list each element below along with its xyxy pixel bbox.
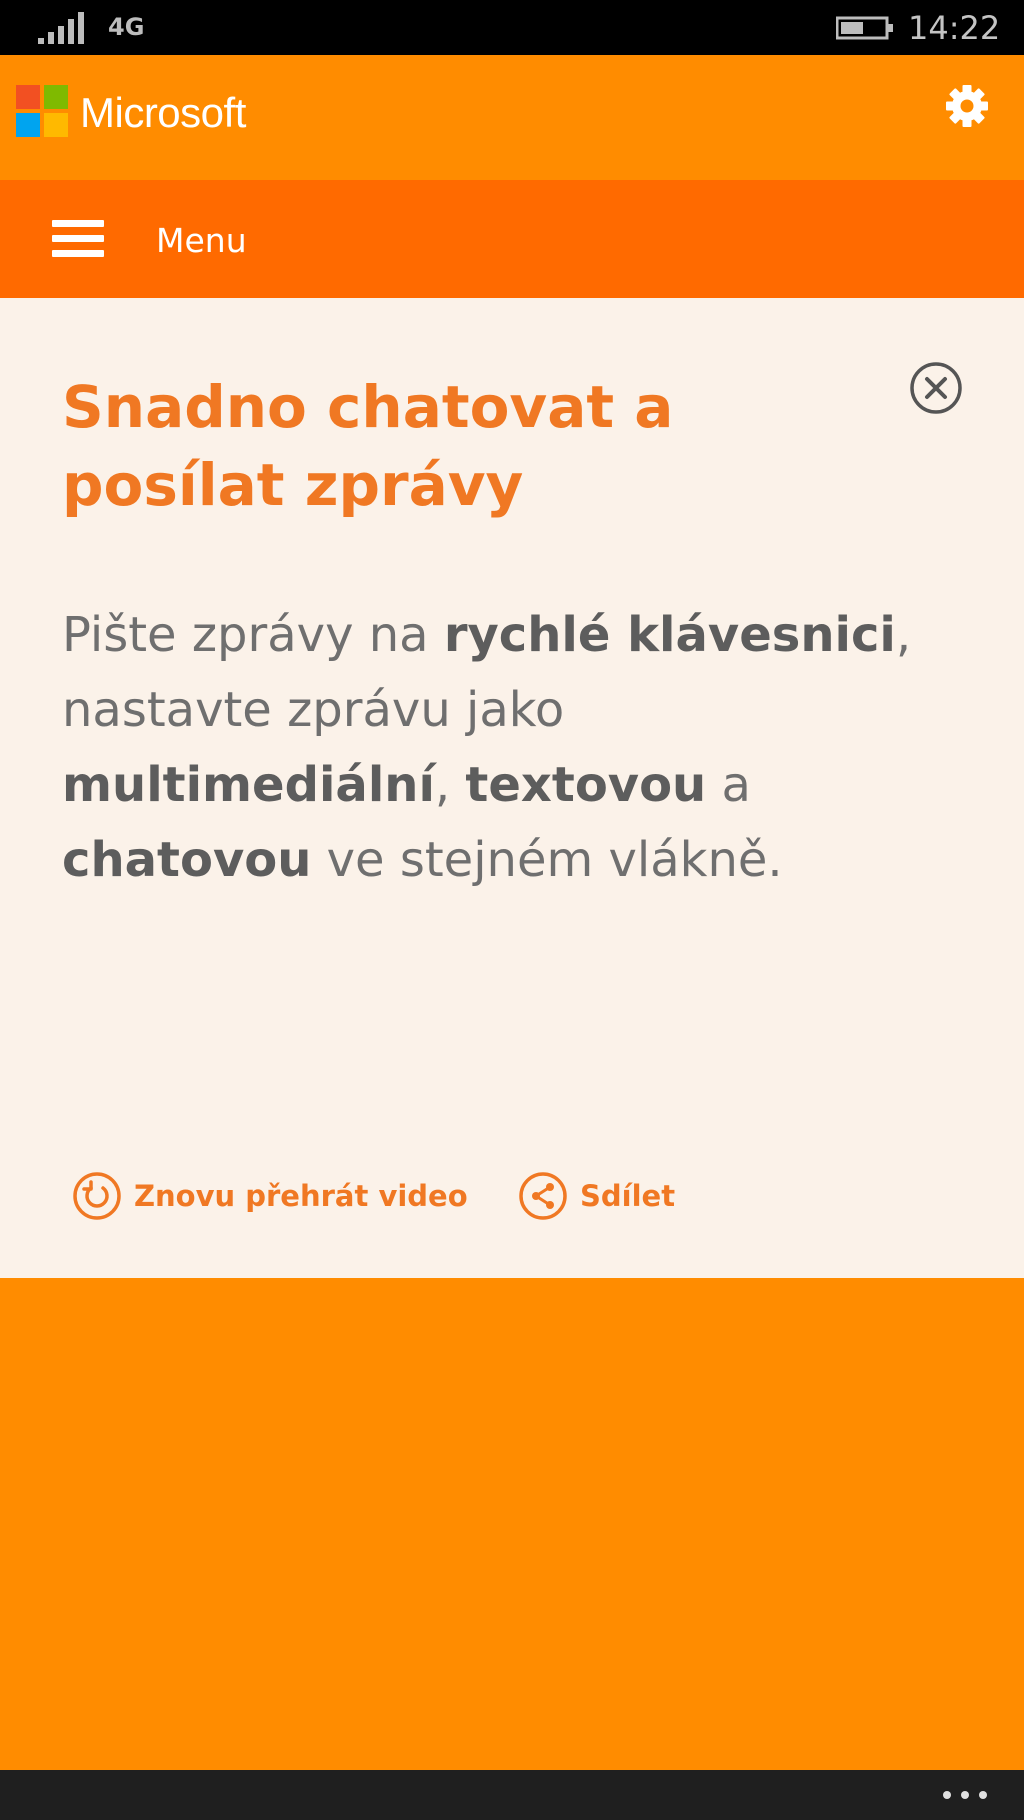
status-bar: 4G 14:22 xyxy=(0,0,1024,55)
battery-icon xyxy=(836,16,893,40)
tip-card: Snadno chatovat a posílat zprávy Pište z… xyxy=(0,298,1024,1278)
gear-icon[interactable] xyxy=(944,83,990,129)
body-text-4: a xyxy=(706,757,751,813)
microsoft-logo-icon xyxy=(16,85,68,137)
body-bold-text: textovou xyxy=(465,757,707,813)
network-type: 4G xyxy=(108,13,145,41)
close-circle-icon[interactable] xyxy=(908,360,964,416)
share-label: Sdílet xyxy=(580,1179,676,1213)
bottom-app-bar xyxy=(0,1770,1024,1820)
menu-bar[interactable]: Menu xyxy=(0,180,1024,298)
app-screen: 4G 14:22 Microsoft Menu Snadno chatovat … xyxy=(0,0,1024,1820)
share-icon xyxy=(519,1172,567,1220)
status-time: 14:22 xyxy=(908,9,1001,47)
card-title: Snadno chatovat a posílat zprávy xyxy=(62,373,674,519)
replay-icon xyxy=(73,1172,121,1220)
hamburger-icon[interactable] xyxy=(52,220,104,258)
body-text-3: , xyxy=(434,757,466,813)
body-bold-multimedia: multimediální xyxy=(62,757,435,813)
card-body: Pište zprávy na rychlé klávesnici, nasta… xyxy=(62,598,962,898)
app-header: Microsoft xyxy=(0,55,1024,180)
signal-strength-icon xyxy=(38,12,84,44)
more-dots-icon[interactable] xyxy=(942,1790,988,1800)
body-bold-chat: chatovou xyxy=(62,832,312,888)
replay-video-label: Znovu přehrát video xyxy=(134,1179,468,1213)
replay-video-button[interactable]: Znovu přehrát video xyxy=(72,1168,468,1224)
body-text-1: Pište zprávy na xyxy=(62,607,444,663)
brand-name: Microsoft xyxy=(80,89,246,136)
share-button[interactable]: Sdílet xyxy=(518,1168,675,1224)
body-text-5: ve stejném vlákně. xyxy=(311,832,783,888)
menu-label[interactable]: Menu xyxy=(156,221,247,260)
body-bold-keyboard: rychlé klávesnici xyxy=(443,607,896,663)
